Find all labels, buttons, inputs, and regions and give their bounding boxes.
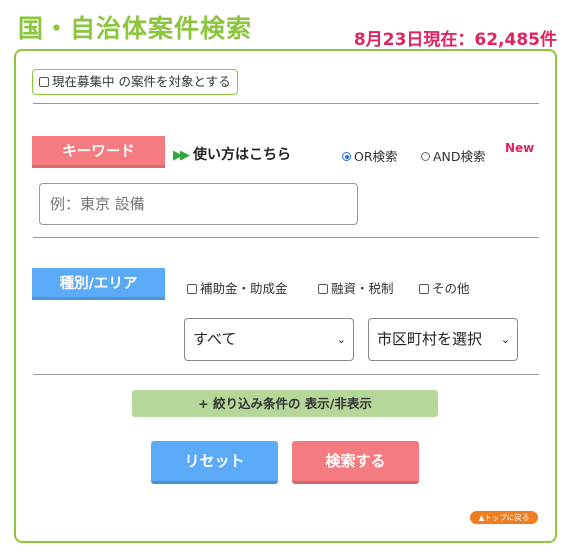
category-area-section-label: 種別/エリア	[32, 268, 165, 300]
toggle-filters-button[interactable]: + 絞り込み条件の 表示/非表示	[132, 390, 438, 417]
reset-button[interactable]: リセット	[151, 441, 278, 484]
checkbox-icon[interactable]	[419, 283, 429, 294]
radio-and-label: AND検索	[433, 149, 486, 164]
radio-or-label: OR検索	[354, 149, 398, 164]
recruiting-only-label: 現在募集中 の案件を対象とする	[52, 74, 231, 89]
search-button[interactable]: 検索する	[292, 441, 419, 484]
divider	[33, 237, 539, 238]
radio-selected-icon[interactable]	[342, 152, 351, 161]
type-select-value: すべて	[193, 330, 237, 348]
radio-and-search[interactable]: AND検索	[421, 146, 486, 165]
type-select[interactable]: すべて ⌄	[184, 318, 354, 361]
chevron-down-icon: ⌄	[336, 333, 346, 346]
keyword-input[interactable]	[39, 183, 358, 225]
divider	[33, 103, 539, 104]
double-play-icon: ▶▶	[173, 148, 190, 163]
city-select-value: 市区町村を選択	[377, 330, 483, 348]
chevron-down-icon: ⌄	[500, 333, 510, 346]
case-count: 8月23日現在：62,485件	[353, 30, 557, 50]
checkbox-subsidy-label: 補助金・助成金	[200, 281, 288, 296]
checkbox-other-label: その他	[432, 281, 470, 296]
recruiting-only-checkbox[interactable]: 現在募集中 の案件を対象とする	[32, 69, 238, 95]
howto-label: 使い方はこちら	[193, 147, 291, 163]
checkbox-loan-tax-label: 融資・税制	[331, 281, 394, 296]
keyword-section-label: キーワード	[32, 136, 165, 168]
checkbox-loan-tax[interactable]: 融資・税制	[318, 278, 394, 297]
checkbox-icon[interactable]	[39, 76, 49, 87]
howto-link[interactable]: ▶▶ 使い方はこちら	[173, 144, 291, 164]
radio-unselected-icon[interactable]	[421, 152, 430, 161]
page-title: 国・自治体案件検索	[18, 14, 253, 43]
checkbox-other[interactable]: その他	[419, 278, 470, 297]
city-select[interactable]: 市区町村を選択 ⌄	[368, 318, 518, 361]
radio-or-search[interactable]: OR検索	[342, 146, 398, 165]
checkbox-icon[interactable]	[318, 283, 328, 294]
back-to-top-button[interactable]: ▲トップに戻る	[470, 511, 538, 524]
divider	[33, 374, 539, 375]
new-badge: New	[505, 141, 535, 155]
checkbox-subsidy[interactable]: 補助金・助成金	[187, 278, 288, 297]
checkbox-icon[interactable]	[187, 283, 197, 294]
